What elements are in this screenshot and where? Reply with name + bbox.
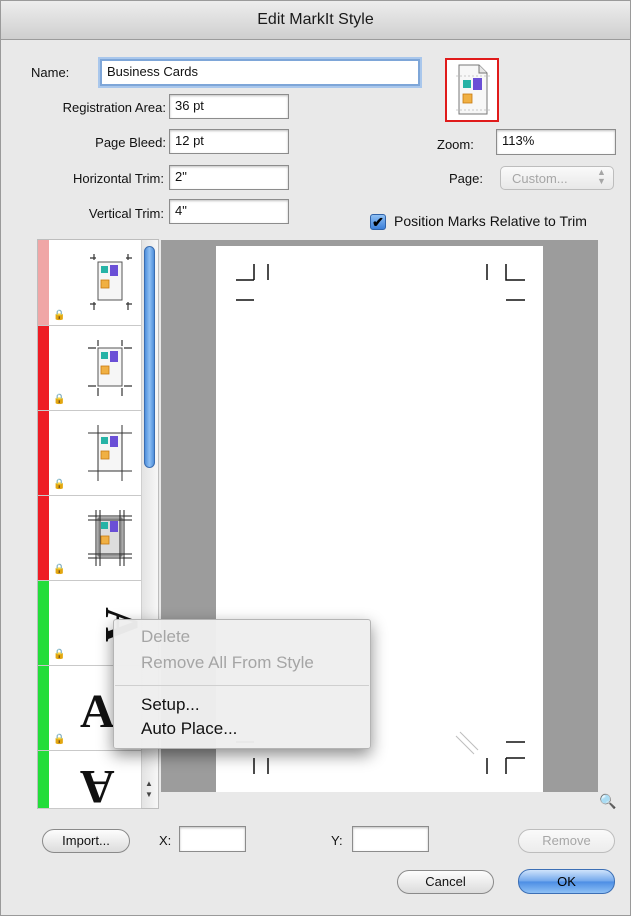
scroll-arrows-icon[interactable]: ▲ ▼ xyxy=(145,778,153,800)
lock-icon: 🔒 xyxy=(53,394,66,405)
y-field[interactable] xyxy=(352,826,429,852)
lock-icon: 🔒 xyxy=(53,310,66,321)
x-label: X: xyxy=(159,833,172,848)
zoom-field[interactable]: 113% xyxy=(496,129,616,155)
text-mark-glyph: A xyxy=(80,685,115,738)
list-item-color xyxy=(38,751,49,808)
list-item-color xyxy=(38,326,49,410)
menu-item-setup[interactable]: Setup... xyxy=(141,695,200,715)
page-thumbnail-icon xyxy=(456,64,490,115)
updown-icon: ▲ ▼ xyxy=(597,167,606,186)
import-button[interactable]: Import... xyxy=(42,829,130,853)
crop-marks-icon xyxy=(88,425,132,481)
name-label: Name: xyxy=(31,65,70,80)
y-label: Y: xyxy=(331,833,343,848)
window-title: Edit MarkIt Style xyxy=(1,1,630,40)
menu-item-remove-all[interactable]: Remove All From Style xyxy=(141,653,314,673)
list-item[interactable]: 🔒 xyxy=(38,240,141,326)
cancel-button[interactable]: Cancel xyxy=(397,870,494,894)
registration-area-field[interactable]: 36 pt xyxy=(169,94,289,119)
position-marks-label[interactable]: Position Marks Relative to Trim xyxy=(394,213,587,229)
text-mark-glyph: A xyxy=(80,760,115,809)
vertical-trim-label: Vertical Trim: xyxy=(88,206,164,221)
page-select-value: Custom... xyxy=(512,171,568,186)
x-field[interactable] xyxy=(179,826,246,852)
page-thumbnail[interactable] xyxy=(445,58,499,122)
dialog-window: Edit MarkIt Style Name: Business Cards R… xyxy=(0,0,631,916)
list-item[interactable]: 🔒 xyxy=(38,496,141,581)
vertical-trim-field[interactable]: 4" xyxy=(169,199,289,224)
crop-marks-icon xyxy=(88,340,132,396)
zoom-icon[interactable]: 🔍 xyxy=(599,793,616,810)
lock-icon: 🔒 xyxy=(53,649,66,660)
position-marks-checkbox[interactable]: ✔ xyxy=(370,214,386,230)
zoom-label: Zoom: xyxy=(437,137,474,152)
list-item-color xyxy=(38,411,49,495)
list-item[interactable]: A xyxy=(38,751,141,809)
crop-marks-icon xyxy=(90,254,132,310)
menu-item-delete[interactable]: Delete xyxy=(141,627,190,647)
name-field[interactable]: Business Cards xyxy=(100,59,420,86)
list-item-color xyxy=(38,240,49,325)
list-item-color xyxy=(38,496,49,580)
page-bleed-field[interactable]: 12 pt xyxy=(169,129,289,154)
lock-icon: 🔒 xyxy=(53,734,66,745)
horizontal-trim-field[interactable]: 2" xyxy=(169,165,289,190)
page-bleed-label: Page Bleed: xyxy=(95,135,166,150)
registration-area-label: Registration Area: xyxy=(62,100,166,115)
list-item-color xyxy=(38,581,49,665)
list-item-color xyxy=(38,666,49,750)
context-menu: Delete Remove All From Style Setup... Au… xyxy=(113,619,371,749)
horizontal-trim-label: Horizontal Trim: xyxy=(72,171,164,186)
remove-button[interactable]: Remove xyxy=(518,829,615,853)
page-select[interactable]: Custom... ▲ ▼ xyxy=(500,166,614,190)
lock-icon: 🔒 xyxy=(53,564,66,575)
ok-button[interactable]: OK xyxy=(518,869,615,894)
menu-separator xyxy=(115,685,369,686)
lock-icon: 🔒 xyxy=(53,479,66,490)
page-label: Page: xyxy=(449,171,483,186)
list-item[interactable]: 🔒 xyxy=(38,326,141,411)
list-item[interactable]: 🔒 xyxy=(38,411,141,496)
scrollbar-thumb[interactable] xyxy=(144,246,155,468)
menu-item-auto-place[interactable]: Auto Place... xyxy=(141,719,237,739)
crop-marks-icon xyxy=(88,510,132,566)
